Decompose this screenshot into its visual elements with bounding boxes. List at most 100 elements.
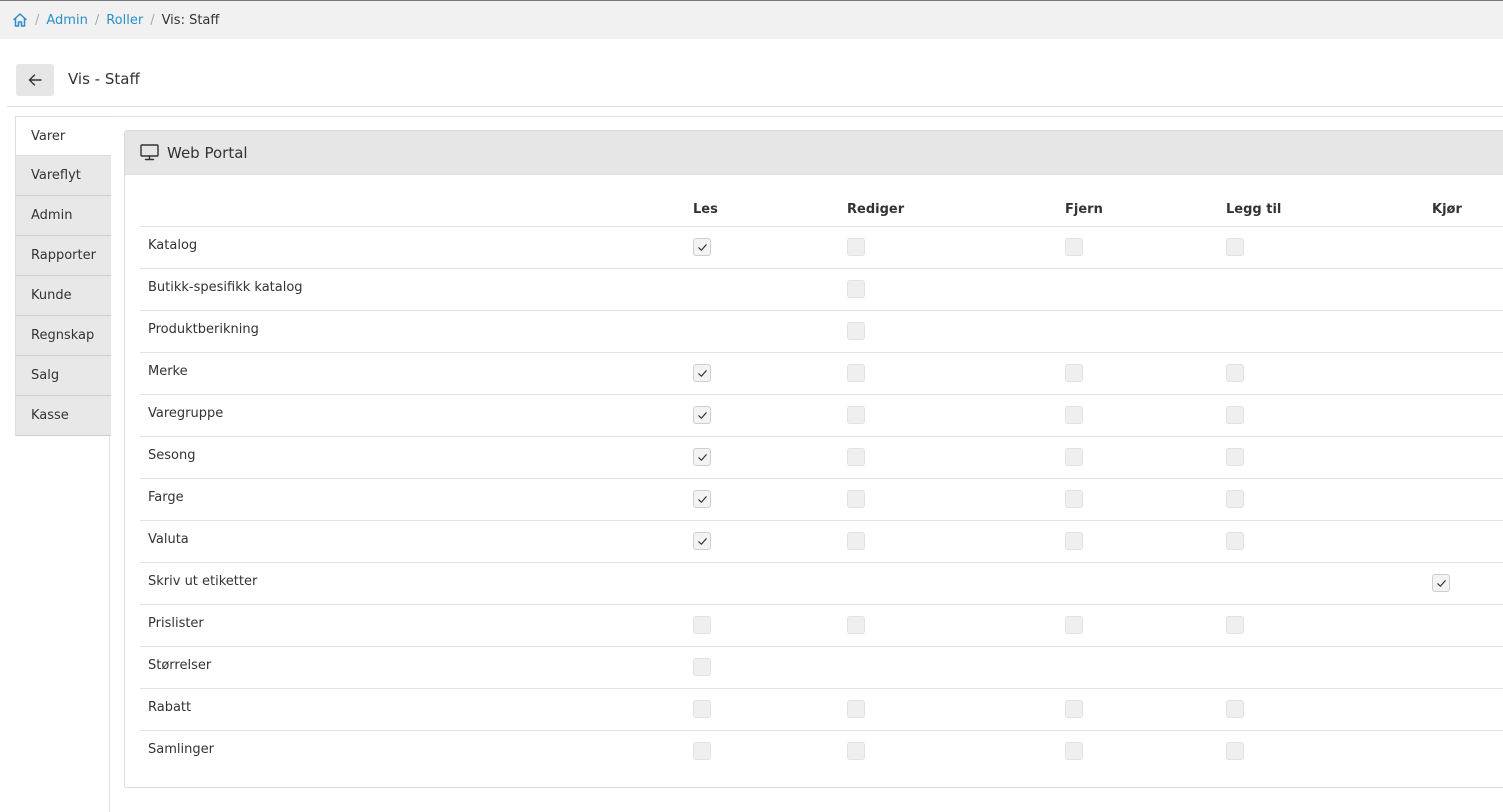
permission-checkbox-rediger[interactable]: [847, 280, 865, 298]
table-row: Butikk-spesifikk katalog: [140, 269, 1503, 311]
column-header: Fjern: [1065, 202, 1103, 217]
permission-checkbox-les[interactable]: [693, 742, 711, 760]
permission-checkbox-fjern[interactable]: [1065, 490, 1083, 508]
table-row: Samlinger: [140, 731, 1503, 773]
tab-kasse[interactable]: Kasse: [15, 396, 111, 436]
permission-checkbox-rediger[interactable]: [847, 700, 865, 718]
permissions-panel: Web Portal Les Rediger Fjern Legg til Kjør K…: [124, 130, 1503, 788]
permission-checkbox-rediger[interactable]: [847, 322, 865, 340]
permission-checkbox-legg-til[interactable]: [1226, 490, 1244, 508]
header-divider: [7, 106, 1503, 107]
row-label: Farge: [148, 490, 184, 505]
row-label: Sesong: [148, 448, 196, 463]
permission-checkbox-fjern[interactable]: [1065, 406, 1083, 424]
permission-checkbox-rediger[interactable]: [847, 238, 865, 256]
row-label: Merke: [148, 364, 188, 379]
permission-checkbox-legg-til[interactable]: [1226, 406, 1244, 424]
row-label: Katalog: [148, 238, 198, 253]
permission-checkbox-les[interactable]: [693, 658, 711, 676]
permission-checkbox-les[interactable]: [693, 364, 711, 382]
column-header: Kjør: [1432, 202, 1462, 217]
panel-header: Web Portal: [125, 131, 1503, 175]
permission-checkbox-rediger[interactable]: [847, 490, 865, 508]
table-row: Rabatt: [140, 689, 1503, 731]
permission-checkbox-legg-til[interactable]: [1226, 532, 1244, 550]
tab-kunde[interactable]: Kunde: [15, 276, 111, 316]
breadcrumb-separator: /: [35, 12, 40, 28]
breadcrumb-separator: /: [150, 12, 155, 28]
permission-checkbox-rediger[interactable]: [847, 616, 865, 634]
permission-checkbox-legg-til[interactable]: [1226, 364, 1244, 382]
table-row: Varegruppe: [140, 395, 1503, 437]
table-row: Sesong: [140, 437, 1503, 479]
permission-checkbox-fjern[interactable]: [1065, 238, 1083, 256]
permission-checkbox-les[interactable]: [693, 448, 711, 466]
permission-checkbox-fjern[interactable]: [1065, 364, 1083, 382]
back-button[interactable]: [16, 64, 54, 96]
permission-checkbox-legg-til[interactable]: [1226, 448, 1244, 466]
permission-checkbox-fjern[interactable]: [1065, 616, 1083, 634]
permission-checkbox-les[interactable]: [693, 616, 711, 634]
permissions-table: Les Rediger Fjern Legg til Kjør Katalog Butik…: [140, 193, 1503, 773]
tab-vareflyt[interactable]: Vareflyt: [15, 156, 111, 196]
row-label: Størrelser: [148, 658, 212, 673]
category-tabs: Varer Vareflyt Admin Rapporter Kunde Regnskap…: [15, 116, 111, 436]
column-header: Les: [693, 202, 718, 217]
tab-salg[interactable]: Salg: [15, 356, 111, 396]
breadcrumb-roller-link[interactable]: Roller: [106, 13, 143, 28]
table-header: Les Rediger Fjern Legg til Kjør: [140, 193, 1503, 227]
permission-checkbox-rediger[interactable]: [847, 448, 865, 466]
permission-checkbox-rediger[interactable]: [847, 742, 865, 760]
tab-regnskap[interactable]: Regnskap: [15, 316, 111, 356]
permission-checkbox-rediger[interactable]: [847, 406, 865, 424]
breadcrumb-separator: /: [94, 12, 100, 28]
permission-checkbox-legg-til[interactable]: [1226, 238, 1244, 256]
tab-admin[interactable]: Admin: [15, 196, 111, 236]
permission-checkbox-les[interactable]: [693, 406, 711, 424]
table-row: Prislister: [140, 605, 1503, 647]
table-row: Merke: [140, 353, 1503, 395]
table-row: Valuta: [140, 521, 1503, 563]
permission-checkbox-rediger[interactable]: [847, 532, 865, 550]
permission-checkbox-fjern[interactable]: [1065, 448, 1083, 466]
permission-checkbox-les[interactable]: [693, 700, 711, 718]
row-label: Rabatt: [148, 700, 192, 715]
monitor-icon: [140, 144, 159, 161]
row-label: Prislister: [148, 616, 204, 631]
row-label: Varegruppe: [148, 406, 224, 421]
panel-title: Web Portal: [167, 143, 248, 162]
row-label: Produktberikning: [148, 322, 259, 337]
row-label: Butikk-spesifikk katalog: [148, 280, 303, 295]
permission-checkbox-fjern[interactable]: [1065, 532, 1083, 550]
tab-varer[interactable]: Varer: [15, 116, 111, 156]
table-row: Størrelser: [140, 647, 1503, 689]
permission-checkbox-les[interactable]: [693, 490, 711, 508]
page-header: Vis - Staff: [0, 39, 1503, 107]
tab-content-border: [110, 116, 1503, 117]
table-row: Skriv ut etiketter: [140, 563, 1503, 605]
home-icon[interactable]: [12, 12, 28, 28]
row-label: Samlinger: [148, 742, 214, 757]
table-row: Produktberikning: [140, 311, 1503, 353]
permission-checkbox-rediger[interactable]: [847, 364, 865, 382]
permission-checkbox-legg-til[interactable]: [1226, 742, 1244, 760]
column-header: Rediger: [847, 202, 905, 217]
permission-checkbox-fjern[interactable]: [1065, 700, 1083, 718]
breadcrumb-current: Vis: Staff: [161, 12, 220, 28]
breadcrumb: / Admin / Roller / Vis: Staff: [0, 1, 1503, 39]
permission-checkbox-kjør[interactable]: [1432, 574, 1450, 592]
table-body: Katalog Butikk-spesifikk katalog Produktbe…: [140, 227, 1503, 773]
permission-checkbox-les[interactable]: [693, 238, 711, 256]
row-label: Skriv ut etiketter: [148, 574, 258, 589]
column-header: Legg til: [1226, 202, 1282, 217]
tab-rapporter[interactable]: Rapporter: [15, 236, 111, 276]
table-row: Farge: [140, 479, 1503, 521]
permission-checkbox-fjern[interactable]: [1065, 742, 1083, 760]
permission-checkbox-legg-til[interactable]: [1226, 700, 1244, 718]
permission-checkbox-legg-til[interactable]: [1226, 616, 1244, 634]
arrow-left-icon: [28, 74, 42, 86]
page-title: Vis - Staff: [68, 70, 140, 88]
permission-checkbox-les[interactable]: [693, 532, 711, 550]
breadcrumb-admin-link[interactable]: Admin: [46, 13, 87, 28]
table-row: Katalog: [140, 227, 1503, 269]
